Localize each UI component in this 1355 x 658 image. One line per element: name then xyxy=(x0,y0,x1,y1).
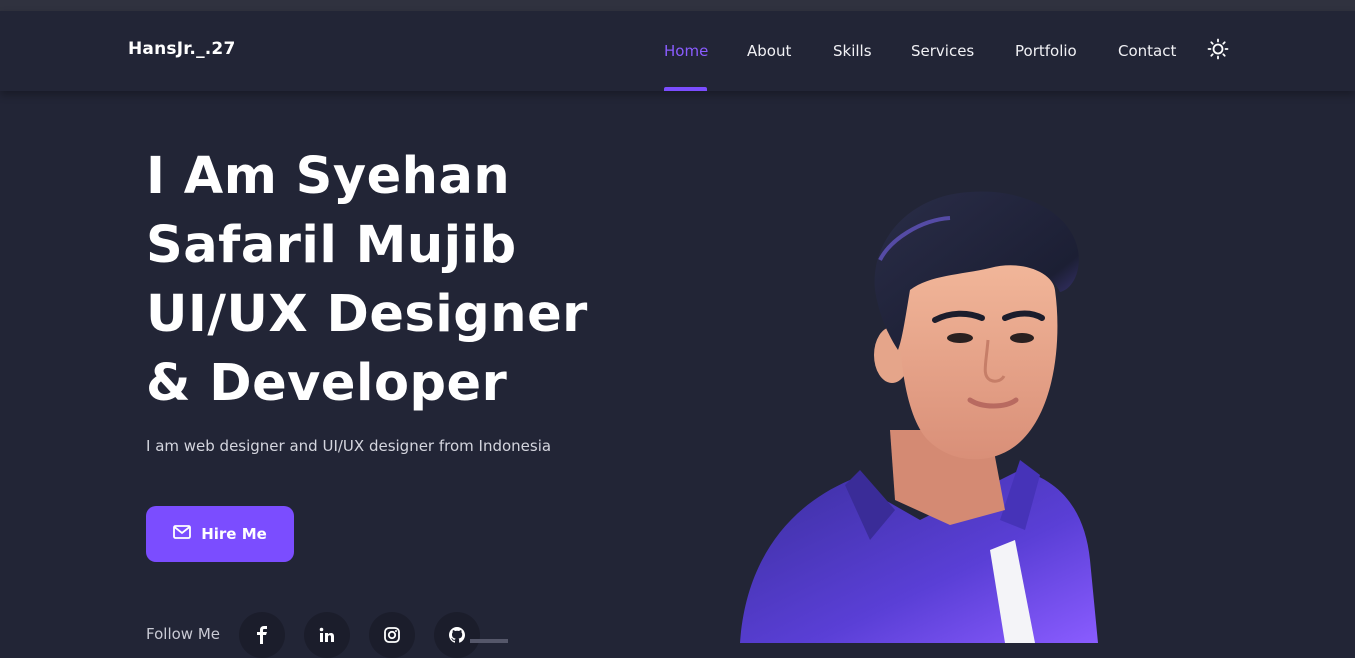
nav-about[interactable]: About xyxy=(747,42,791,60)
nav-contact[interactable]: Contact xyxy=(1118,42,1176,60)
browser-top-strip xyxy=(0,0,1355,11)
instagram-icon[interactable] xyxy=(369,612,415,658)
nav-portfolio[interactable]: Portfolio xyxy=(1015,42,1077,60)
follow-me-label: Follow Me xyxy=(146,625,220,643)
hero-title: I Am Syehan Safaril Mujib UI/UX Designer… xyxy=(146,142,666,418)
scroll-indicator xyxy=(470,639,508,643)
nav-active-indicator xyxy=(664,87,707,91)
mail-icon xyxy=(173,525,192,543)
hero-subtitle: I am web designer and UI/UX designer fro… xyxy=(146,437,552,455)
linkedin-icon[interactable] xyxy=(304,612,350,658)
navbar: HansJr._.27 Home About Skills Services P… xyxy=(0,11,1355,91)
nav-skills[interactable]: Skills xyxy=(833,42,872,60)
sun-icon[interactable] xyxy=(1207,38,1229,60)
hire-me-label: Hire Me xyxy=(201,525,267,543)
hero-title-line: I Am Syehan xyxy=(146,147,511,206)
brand-logo[interactable]: HansJr._.27 xyxy=(128,39,235,59)
hero-title-line: & Developer xyxy=(146,354,508,413)
hero-title-line: UI/UX Designer xyxy=(146,285,588,344)
facebook-icon[interactable] xyxy=(239,612,285,658)
hero-title-line: Safaril Mujib xyxy=(146,216,517,275)
github-icon[interactable] xyxy=(434,612,480,658)
hire-me-button[interactable]: Hire Me xyxy=(146,506,294,562)
profile-portrait xyxy=(720,180,1120,643)
nav-services[interactable]: Services xyxy=(911,42,974,60)
nav-home[interactable]: Home xyxy=(664,42,708,60)
